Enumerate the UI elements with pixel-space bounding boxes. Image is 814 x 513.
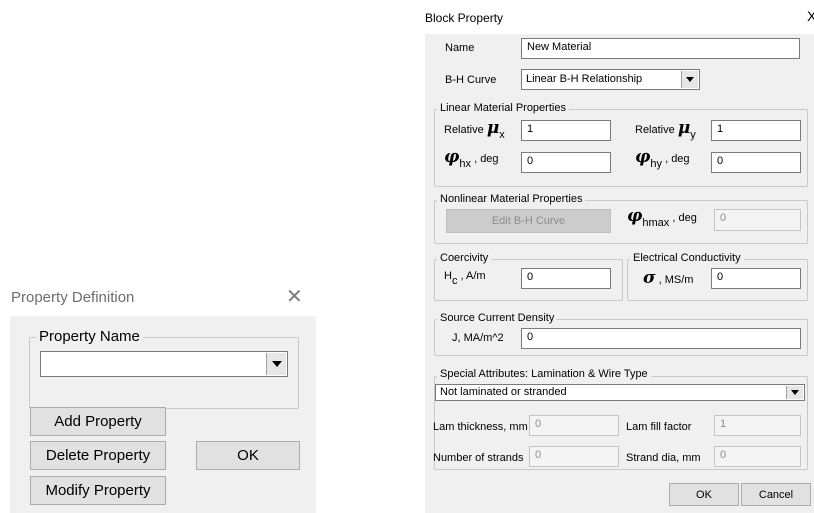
conductivity-unit: , MS/m (658, 274, 694, 286)
lamination-type-dropdown[interactable]: Not laminated or stranded (435, 384, 805, 401)
phi-hy-label: φhy , deg (635, 147, 690, 170)
ok-button[interactable]: OK (669, 483, 739, 506)
bh-curve-value: Linear B-H Relationship (526, 73, 643, 85)
deg-unit: , deg (665, 153, 690, 165)
coercivity-unit: , A/m (460, 270, 486, 282)
current-density-input[interactable]: 0 (521, 328, 801, 349)
close-icon[interactable]: X (807, 8, 814, 24)
phi-hx-input[interactable]: 0 (521, 152, 611, 173)
ok-button[interactable]: OK (196, 441, 300, 470)
mu-symbol: μ (677, 118, 691, 138)
strands-label: Number of strands (433, 452, 524, 464)
strands-input[interactable]: 0 (529, 446, 619, 467)
conductivity-input[interactable]: 0 (711, 268, 801, 289)
delete-property-button[interactable]: Delete Property (30, 441, 166, 470)
name-label: Name (445, 42, 475, 54)
add-property-button[interactable]: Add Property (30, 407, 166, 436)
bh-curve-dropdown[interactable]: Linear B-H Relationship (521, 69, 700, 90)
bh-curve-label: B-H Curve (445, 74, 497, 86)
relative-text: Relative (444, 124, 484, 136)
coercivity-h-label: Hc , A/m (444, 270, 486, 287)
phi-hx-subscript: hx (459, 158, 472, 170)
nonlinear-properties-label: Nonlinear Material Properties (437, 193, 586, 205)
phi-hy-input[interactable]: 0 (711, 152, 801, 173)
strand-dia-label: Strand dia, mm (626, 452, 701, 464)
property-definition-title: Property Definition (11, 289, 135, 306)
phi-symbol: φ (627, 206, 643, 226)
phi-hx-label: φhx , deg (444, 147, 499, 170)
property-definition-dialog: Property Name Add Property Delete Proper… (10, 316, 316, 513)
coercivity-label: Coercivity (437, 252, 492, 264)
close-icon[interactable]: ✕ (286, 284, 303, 310)
conductivity-label: Electrical Conductivity (630, 252, 744, 264)
phi-symbol: φ (444, 147, 460, 167)
lam-thickness-label: Lam thickness, mm (433, 421, 528, 433)
phi-hmax-input[interactable]: 0 (714, 209, 801, 231)
sigma-label: σ , MS/m (643, 268, 693, 288)
mu-x-input[interactable]: 1 (521, 120, 611, 141)
chevron-down-icon[interactable] (266, 353, 286, 375)
current-density-unit-label: J, MA/m^2 (452, 332, 504, 344)
mu-y-label: Relative μy (635, 118, 696, 141)
block-property-dialog: Block Property X Name New Material B-H C… (425, 0, 814, 513)
coercivity-input[interactable]: 0 (521, 268, 611, 289)
phi-hmax-label: φhmax , deg (627, 206, 697, 229)
phi-hy-subscript: hy (650, 158, 663, 170)
mu-y-subscript: y (690, 129, 696, 141)
c-subscript: c (451, 275, 458, 287)
mu-x-subscript: x (499, 129, 505, 141)
property-name-dropdown[interactable] (40, 351, 288, 377)
phi-symbol: φ (635, 147, 651, 167)
name-input[interactable]: New Material (521, 38, 800, 59)
property-name-group-label: Property Name (36, 328, 143, 345)
strand-dia-input[interactable]: 0 (714, 446, 801, 467)
block-property-title: Block Property (425, 11, 504, 25)
cancel-button[interactable]: Cancel (741, 483, 811, 506)
lam-fill-factor-label: Lam fill factor (626, 421, 692, 433)
title-bar: Block Property X (425, 0, 814, 34)
current-density-label: Source Current Density (437, 312, 558, 324)
linear-properties-label: Linear Material Properties (437, 102, 569, 114)
deg-unit: , deg (474, 153, 499, 165)
sigma-symbol: σ (643, 268, 656, 288)
phi-hmax-subscript: hmax (642, 217, 670, 229)
chevron-down-icon[interactable] (681, 71, 698, 88)
chevron-down-icon[interactable] (786, 386, 803, 399)
mu-symbol: μ (486, 118, 500, 138)
special-attributes-label: Special Attributes: Lamination & Wire Ty… (437, 368, 651, 380)
relative-text: Relative (635, 124, 675, 136)
modify-property-button[interactable]: Modify Property (30, 476, 166, 505)
lam-fill-factor-input[interactable]: 1 (714, 415, 801, 436)
lamination-type-value: Not laminated or stranded (440, 386, 567, 398)
edit-bh-curve-button[interactable]: Edit B-H Curve (446, 209, 611, 233)
mu-x-label: Relative μx (444, 118, 505, 141)
deg-unit: , deg (672, 212, 697, 224)
lam-thickness-input[interactable]: 0 (529, 415, 619, 436)
h-text: H (444, 270, 452, 282)
mu-y-input[interactable]: 1 (711, 120, 801, 141)
